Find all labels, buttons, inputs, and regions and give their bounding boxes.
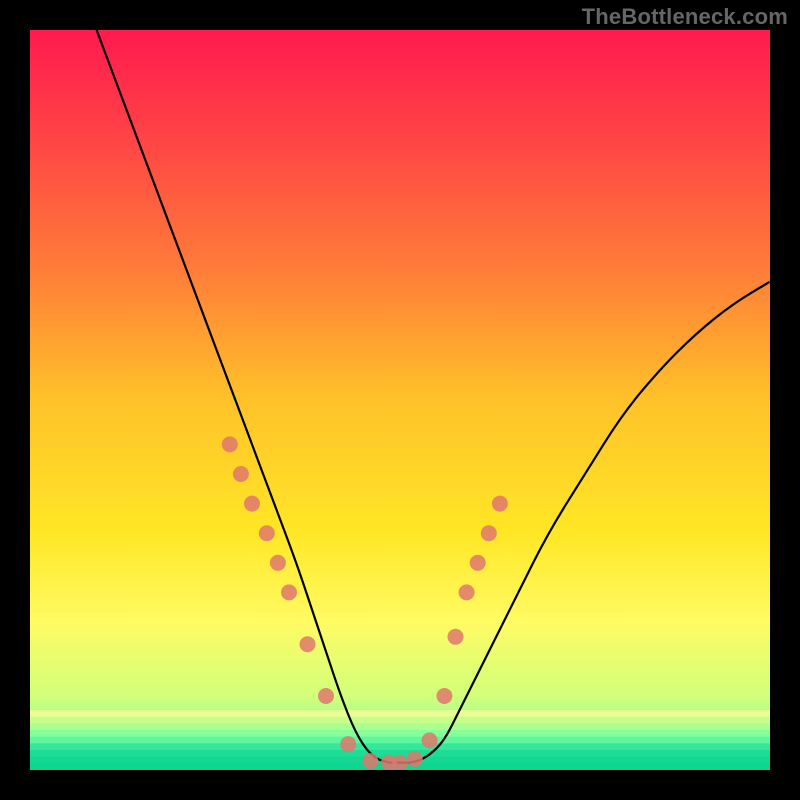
- highlight-dot: [459, 584, 475, 600]
- highlight-dot: [300, 636, 316, 652]
- highlight-dot: [448, 629, 464, 645]
- highlight-dot: [422, 732, 438, 748]
- highlight-dot: [233, 466, 249, 482]
- highlight-dot: [481, 525, 497, 541]
- bottleneck-chart: [30, 30, 770, 770]
- highlight-dot: [270, 555, 286, 571]
- highlight-dot: [436, 688, 452, 704]
- chart-frame: [30, 30, 770, 770]
- highlight-dot: [281, 584, 297, 600]
- highlight-dot: [407, 751, 423, 767]
- highlight-dot: [222, 436, 238, 452]
- highlight-dot: [470, 555, 486, 571]
- highlight-dot: [318, 688, 334, 704]
- highlight-dot: [340, 736, 356, 752]
- highlight-dot: [244, 496, 260, 512]
- highlight-dot: [362, 753, 378, 769]
- attribution-label: TheBottleneck.com: [582, 4, 788, 30]
- highlight-dot: [259, 525, 275, 541]
- highlight-dot: [492, 496, 508, 512]
- highlight-dot: [392, 755, 408, 770]
- gradient-background: [30, 30, 770, 770]
